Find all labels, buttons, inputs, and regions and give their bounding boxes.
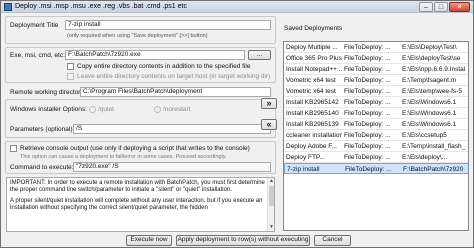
row-name: Install KB2965142	[286, 99, 339, 106]
title-bar: Deploy .msi .msp .msu .exe .reg .vbs .ba…	[1, 1, 473, 13]
row-name: Install KB2965140	[286, 110, 339, 117]
row-file: FileToDeploy: ...	[344, 154, 391, 161]
table-row[interactable]: Deploy Adobe F... FileToDeploy: ... E:\T…	[284, 141, 468, 152]
row-path: E:\Temp\install_flash_	[402, 143, 466, 150]
row-file: FileToDeploy: ...	[344, 55, 391, 62]
row-name: Deploy Adobe F...	[286, 143, 337, 150]
apply-without-executing-button[interactable]: Apply deployment to row(s) without execu…	[176, 235, 310, 246]
row-file: FileToDeploy: ...	[344, 44, 391, 51]
table-row[interactable]: Install KB2965140 FileToDeploy: ... E:\E…	[284, 108, 468, 119]
leave-directory-label: Leave entire directory contents on targe…	[77, 73, 271, 80]
leave-directory-checkbox[interactable]	[67, 73, 74, 80]
retrieve-console-note: This option can cause a deployment to fa…	[20, 154, 227, 160]
row-path: E:\Temp\fsagent.m	[402, 77, 457, 84]
table-row[interactable]: Deploy FTP... FileToDeploy: ... E:\Els\d…	[284, 152, 468, 163]
scroll-up-icon[interactable]: ▲	[268, 178, 274, 185]
table-row[interactable]: Vometric x64 test FileToDeploy: ... E:\T…	[284, 75, 468, 86]
scroll-down-icon[interactable]: ▼	[268, 224, 274, 231]
instructions-text: IMPORTANT: In order to execute a remote …	[6, 177, 275, 232]
row-name: Deploy FTP...	[286, 154, 325, 161]
scroll-thumb[interactable]	[269, 186, 274, 206]
minimize-button[interactable]: –	[419, 2, 433, 12]
row-file: FileToDeploy: ...	[344, 66, 391, 73]
row-path: E:\Els\npp.6.6.9.Instal	[402, 66, 466, 73]
app-icon	[4, 3, 12, 11]
row-path: E:\Els\Deploy\Test\	[402, 44, 457, 51]
row-name: Deploy Multiple ...	[286, 44, 338, 51]
copy-directory-label: Copy entire directory contents in additi…	[77, 63, 251, 70]
row-name: ccleaner installation	[286, 132, 342, 139]
window-title: Deploy .msi .msp .msu .exe .reg .vbs .ba…	[15, 3, 187, 10]
row-file: FileToDeploy: ...	[344, 121, 391, 128]
deploy-window: Deploy .msi .msp .msu .exe .reg .vbs .ba…	[0, 0, 474, 248]
row-file: FileToDeploy: ...	[344, 99, 391, 106]
load-deployment-button[interactable]: «	[261, 119, 277, 130]
browse-button[interactable]: ...	[248, 50, 271, 60]
instructions-scrollbar[interactable]: ▲ ▼	[267, 178, 274, 231]
working-dir-input[interactable]: C:\Program Files\BatchPatch\deployment	[80, 87, 271, 97]
retrieve-console-checkbox[interactable]	[10, 145, 17, 152]
table-row[interactable]: Install KB2965142 FileToDeploy: ... E:\E…	[284, 97, 468, 108]
exe-label: Exe, msi, cmd, etc:	[10, 52, 65, 59]
row-file: FileToDeploy: ...	[344, 77, 391, 84]
row-path: E:\Els\deploy\...	[402, 154, 448, 161]
row-path: E:\Els\ccsetup5	[402, 132, 447, 139]
table-row-selected[interactable]: 7-zip install FileToDeploy: ... F:\Batch…	[284, 163, 468, 174]
row-path: E:\Els\Windows6.1	[402, 99, 457, 106]
table-row[interactable]: Deploy Multiple ... FileToDeploy: ... E:…	[284, 42, 468, 53]
row-name: Install Notepad++ ...	[286, 66, 342, 73]
row-name: Office 365 Pro Plus	[286, 55, 342, 62]
norestart-option[interactable]	[154, 106, 161, 113]
row-path: E:\Els\deployTest\se	[402, 55, 461, 62]
parameters-input[interactable]: /S	[73, 124, 271, 134]
row-file: FileToDeploy: ...	[344, 132, 391, 139]
working-dir-label: Remote working directory:	[10, 89, 86, 96]
row-path: F:\BatchPatch\7z920	[403, 166, 464, 173]
saved-deployments-title: Saved Deployments	[284, 25, 343, 32]
copy-directory-checkbox[interactable]	[67, 63, 74, 70]
quiet-option-label: /quiet	[98, 106, 114, 113]
exe-path-input[interactable]: F:\BatchPatch\7z920.exe	[65, 50, 245, 60]
saved-deployments-list[interactable]: Deploy Multiple ... FileToDeploy: ... E:…	[283, 41, 469, 231]
row-name: 7-zip install	[287, 166, 320, 173]
table-row[interactable]: Install KB2965139 FileToDeploy: ... E:\E…	[284, 119, 468, 130]
execute-now-button[interactable]: Execute now	[126, 235, 172, 246]
save-deployment-button[interactable]: »	[261, 98, 277, 109]
table-row[interactable]: Vometric x64 test FileToDeploy: ... E:\E…	[284, 86, 468, 97]
row-path: E:\Els\temp\wee-fs-5	[402, 88, 462, 95]
table-row[interactable]: Office 365 Pro Plus FileToDeploy: ... E:…	[284, 53, 468, 64]
row-file: FileToDeploy: ...	[344, 143, 391, 150]
row-file: FileToDeploy: ...	[344, 88, 391, 95]
row-path: E:\Els\Windows6.1	[402, 110, 457, 117]
deployment-title-hint: (only required when using "Save deployme…	[67, 33, 208, 39]
quiet-option[interactable]	[89, 106, 96, 113]
table-row[interactable]: ccleaner installation FileToDeploy: ... …	[284, 130, 468, 141]
row-name: Install KB2965139	[286, 121, 339, 128]
row-file: FileToDeploy: ...	[344, 110, 391, 117]
close-button[interactable]: ✕	[449, 2, 470, 12]
command-label: Command to execute:	[10, 164, 74, 171]
row-name: Vometric x64 test	[286, 88, 336, 95]
row-path: E:\Els\Windows6.1	[402, 121, 457, 128]
parameters-label: Parameters (optional):	[10, 126, 75, 133]
row-file: FileToDeploy: ...	[345, 166, 392, 173]
deployment-title-label: Deployment Title	[10, 22, 59, 29]
instructions-paragraph-2: A proper silent/quiet installation will …	[10, 198, 263, 211]
row-name: Vometric x64 test	[286, 77, 336, 84]
maximize-button[interactable]: □	[434, 2, 448, 12]
norestart-option-label: /norestart	[163, 106, 191, 113]
cancel-button[interactable]: Cancel	[314, 235, 351, 246]
retrieve-console-label: Retrieve console output (use only if dep…	[20, 145, 250, 152]
deployment-title-input[interactable]: 7-zip install	[65, 20, 271, 30]
table-row[interactable]: Install Notepad++ ... FileToDeploy: ... …	[284, 64, 468, 75]
instructions-paragraph-1: IMPORTANT: In order to execute a remote …	[10, 180, 265, 193]
installer-options-label: Windows Installer Options:	[10, 106, 87, 113]
command-input: "7z920.exe" /S	[73, 162, 271, 172]
